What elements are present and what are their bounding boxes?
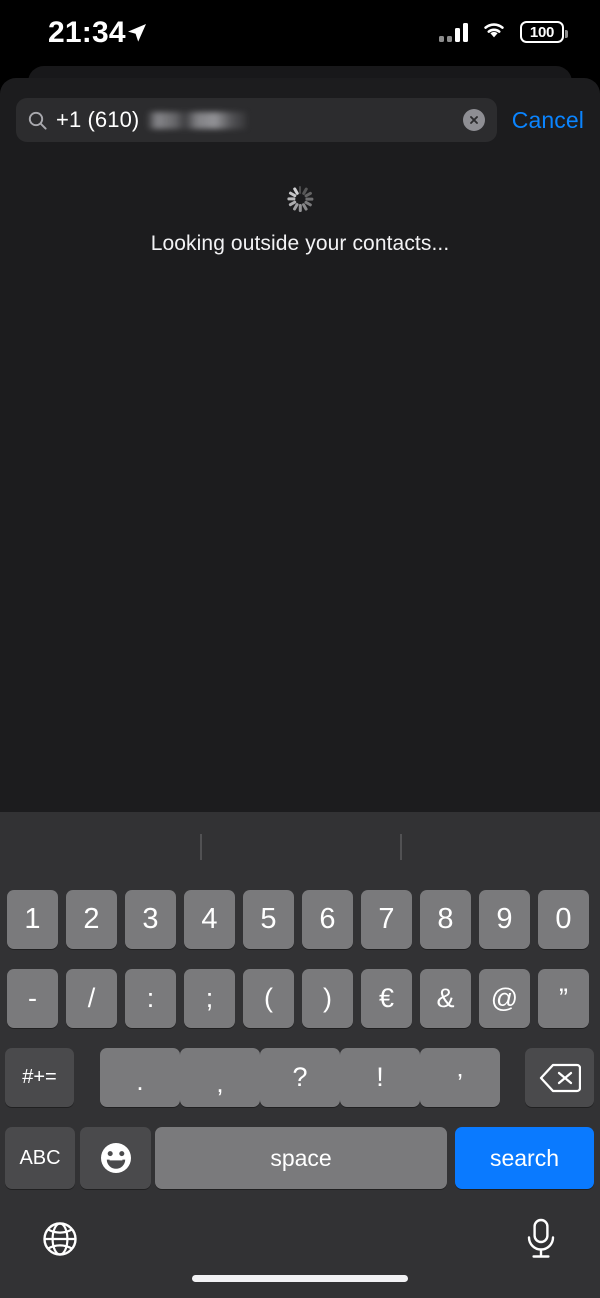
key-comma-label: , (216, 1068, 224, 1098)
backspace-glyph (539, 1063, 581, 1092)
emoji-smiley-icon[interactable] (80, 1127, 151, 1189)
key-ampersand[interactable]: & (420, 969, 471, 1028)
battery-indicator: 100 (520, 21, 568, 43)
key-search-return[interactable]: search (455, 1127, 594, 1189)
key-3-label: 3 (142, 903, 159, 935)
emoji-glyph (100, 1143, 131, 1173)
search-sheet: +1 (610) Cancel Looking outside your con… (0, 78, 600, 812)
key-search-return-label: search (489, 1144, 560, 1171)
key-abc[interactable]: ABC (5, 1127, 75, 1189)
backspace-icon[interactable] (525, 1048, 594, 1107)
key-question[interactable]: ? (260, 1048, 340, 1107)
key-at-label: @ (490, 983, 519, 1013)
key-1[interactable]: 1 (7, 890, 58, 949)
predictive-divider-1 (200, 834, 202, 860)
key-6[interactable]: 6 (302, 890, 353, 949)
key-hyphen-label: - (28, 983, 37, 1013)
key-2[interactable]: 2 (66, 890, 117, 949)
key-hyphen[interactable]: - (7, 969, 58, 1028)
predictive-text-bar[interactable] (0, 812, 600, 886)
key-paren-open-label: ( (264, 983, 273, 1013)
search-icon (28, 111, 47, 130)
key-space-label: space (270, 1144, 332, 1171)
loading-status-text: Looking outside your contacts... (150, 232, 450, 255)
search-bar-row: +1 (610) Cancel (0, 91, 600, 149)
key-apostrophe[interactable]: ’ (420, 1048, 500, 1107)
key-9[interactable]: 9 (479, 890, 530, 949)
key-abc-label: ABC (19, 1146, 61, 1169)
key-symbols-shift-label: #+= (22, 1066, 57, 1088)
key-0-label: 0 (555, 903, 572, 935)
status-bar-time: 21:34 (48, 16, 126, 49)
globe-icon[interactable] (40, 1219, 80, 1264)
predictive-divider-2 (400, 834, 402, 860)
key-5[interactable]: 5 (243, 890, 294, 949)
key-symbols-shift[interactable]: #+= (5, 1048, 74, 1107)
redacted-phone-digits (147, 111, 248, 129)
key-8[interactable]: 8 (420, 890, 471, 949)
key-3[interactable]: 3 (125, 890, 176, 949)
key-paren-open[interactable]: ( (243, 969, 294, 1028)
key-1-label: 1 (24, 903, 41, 935)
key-6-label: 6 (319, 903, 336, 935)
key-colon[interactable]: : (125, 969, 176, 1028)
key-at[interactable]: @ (479, 969, 530, 1028)
search-input[interactable]: +1 (610) (16, 98, 497, 142)
loading-status-area: Looking outside your contacts... (0, 186, 600, 256)
key-7-label: 7 (378, 903, 395, 935)
key-colon-label: : (146, 983, 155, 1013)
loading-spinner-icon (286, 186, 313, 212)
key-0[interactable]: 0 (538, 890, 589, 949)
key-7[interactable]: 7 (361, 890, 412, 949)
key-9-label: 9 (496, 903, 513, 935)
key-quote[interactable]: ” (538, 969, 589, 1028)
key-paren-close-label: ) (323, 983, 332, 1013)
key-comma[interactable]: , (180, 1048, 260, 1107)
key-space[interactable]: space (155, 1127, 447, 1189)
microphone-icon[interactable] (522, 1217, 560, 1266)
key-quote-label: ” (559, 983, 568, 1013)
key-8-label: 8 (437, 903, 454, 935)
key-4[interactable]: 4 (184, 890, 235, 949)
key-semicolon-label: ; (205, 983, 214, 1013)
key-ampersand-label: & (436, 983, 455, 1013)
key-exclamation-label: ! (376, 1062, 384, 1092)
status-bar-indicators: 100 (439, 20, 568, 44)
search-input-value: +1 (610) (56, 107, 140, 132)
key-5-label: 5 (260, 903, 277, 935)
key-paren-close[interactable]: ) (302, 969, 353, 1028)
key-period[interactable]: . (100, 1048, 180, 1107)
clear-circle-icon[interactable] (462, 109, 485, 131)
key-euro[interactable]: € (361, 969, 412, 1028)
cellular-bars-icon (439, 22, 468, 42)
battery-level: 100 (529, 23, 555, 41)
key-period-label: . (136, 1066, 144, 1096)
cancel-button[interactable]: Cancel (512, 107, 584, 134)
spinner-spoke (286, 197, 295, 201)
home-indicator (192, 1275, 408, 1282)
status-bar: 21:34 100 (0, 0, 600, 62)
phone-screen: 21:34 100 +1 (610) Cancel Looking outsid… (0, 0, 600, 1298)
keyboard-utility-bar (0, 1195, 600, 1298)
key-slash-label: / (87, 983, 96, 1013)
key-question-label: ? (292, 1062, 308, 1092)
key-semicolon[interactable]: ; (184, 969, 235, 1028)
location-arrow-icon (126, 22, 148, 49)
key-2-label: 2 (83, 903, 100, 935)
wifi-icon (481, 20, 507, 44)
key-slash[interactable]: / (66, 969, 117, 1028)
key-euro-label: € (378, 983, 395, 1013)
spinner-spoke (298, 204, 302, 212)
key-4-label: 4 (201, 903, 218, 935)
key-apostrophe-label: ’ (457, 1068, 463, 1098)
key-exclamation[interactable]: ! (340, 1048, 420, 1107)
